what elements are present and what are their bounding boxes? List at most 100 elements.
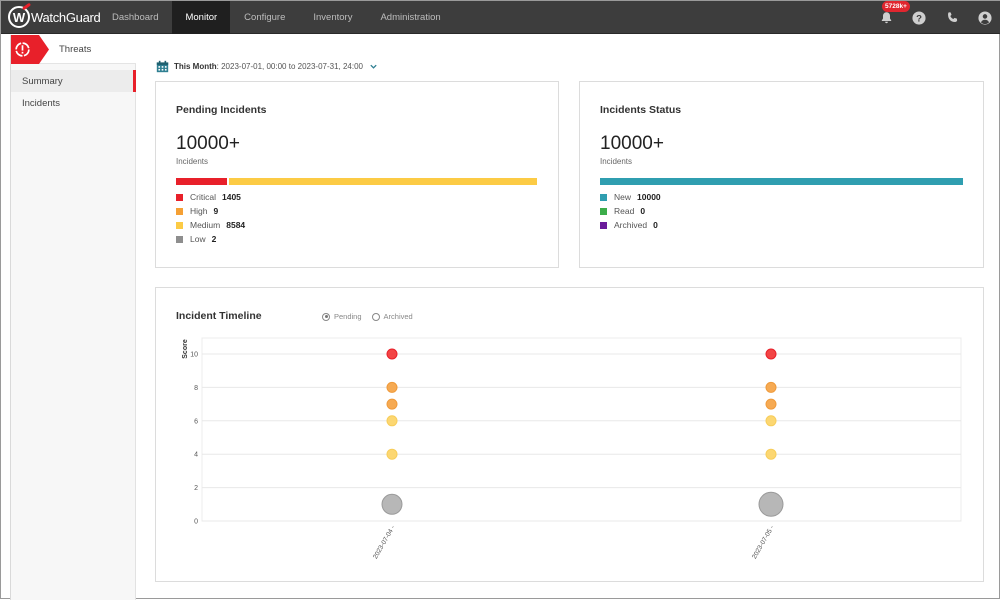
data-point-medium (765, 415, 777, 427)
severity-distribution-bar (176, 178, 538, 185)
x-tick-label: 2023-07-04 - (372, 525, 397, 561)
bar-segment-medium (227, 178, 537, 185)
bar-segment-low (537, 178, 538, 185)
nav-tab-administration[interactable]: Administration (366, 1, 454, 34)
calendar-icon (156, 60, 169, 72)
y-tick-label: 0 (194, 519, 198, 526)
sidebar-section-title: Threats (59, 44, 92, 55)
sidebar-section-threats[interactable]: Threats (11, 35, 136, 64)
data-point-high (386, 398, 398, 410)
bar-segment-new (600, 178, 963, 185)
data-point-medium (386, 448, 398, 460)
date-range-value: 2023-07-01, 00:00 to 2023-07-31, 24:00 (221, 61, 363, 71)
y-axis-title: Score (182, 339, 189, 359)
data-point-high (765, 398, 777, 410)
legend-item-high: High 9 (176, 204, 245, 218)
logo-text: WatchGuard (31, 9, 101, 25)
legend-item-low: Low 2 (176, 232, 245, 246)
date-range-selector[interactable]: This Month: 2023-07-01, 00:00 to 2023-07… (156, 59, 378, 73)
legend-swatch (176, 235, 183, 243)
legend-label: Medium (190, 220, 221, 230)
main-nav-tabs: Dashboard Monitor Configure Inventory Ad… (98, 1, 455, 34)
nav-tab-monitor[interactable]: Monitor (172, 1, 231, 34)
watchguard-logo[interactable]: W WatchGuard (8, 6, 101, 28)
legend-label: Archived (614, 220, 648, 230)
phone-icon[interactable] (944, 10, 960, 26)
legend-value: 1405 (221, 192, 241, 202)
card-title: Pending Incidents (176, 104, 267, 116)
legend-item-archived: Archived 0 (600, 218, 661, 232)
legend-value: 0 (653, 220, 658, 230)
incidents-status-card: Incidents Status 10000+ Incidents New 10… (579, 81, 984, 268)
data-point-medium (765, 448, 777, 460)
bar-segment-critical (176, 178, 227, 185)
pending-incidents-card: Pending Incidents 10000+ Incidents Criti… (155, 81, 559, 268)
status-legend: New 10000 Read 0 Archived 0 (600, 190, 661, 232)
legend-label: High (190, 206, 208, 216)
legend-label: Critical (190, 192, 216, 202)
svg-text:?: ? (916, 13, 922, 24)
legend-swatch (176, 193, 183, 201)
bell-icon[interactable]: 5728k+ (878, 0, 910, 26)
nav-utility-icons: 5728k+ ? (861, 0, 993, 34)
card-title: Incidents Status (600, 104, 682, 116)
status-unit: Incidents (600, 157, 633, 166)
y-tick-label: 2 (194, 485, 198, 492)
x-tick-label: 2023-07-05 - (751, 525, 776, 561)
pending-total: 10000+ (176, 133, 240, 154)
data-point-medium (386, 415, 398, 427)
user-icon[interactable] (977, 10, 993, 26)
data-point-high (386, 381, 398, 393)
y-tick-label: 4 (194, 452, 198, 459)
legend-label: New (614, 192, 632, 202)
help-icon[interactable]: ? (911, 10, 927, 26)
nav-tab-configure[interactable]: Configure (230, 1, 299, 34)
sidebar-item-summary[interactable]: Summary (11, 70, 136, 92)
legend-value: 10000 (637, 192, 661, 202)
threat-alert-icon (15, 42, 30, 57)
legend-item-read: Read 0 (600, 204, 661, 218)
plot-area (201, 337, 962, 522)
data-point-critical (765, 348, 777, 360)
y-tick-label: 10 (190, 352, 198, 359)
nav-tab-dashboard[interactable]: Dashboard (98, 1, 172, 34)
status-total: 10000+ (600, 133, 664, 154)
legend-value: 2 (211, 234, 217, 244)
legend-swatch (176, 221, 183, 229)
legend-value: 9 (213, 206, 219, 216)
legend-item-medium: Medium 8584 (176, 218, 245, 232)
legend-swatch (600, 207, 607, 215)
sidebar: Threats Summary Incidents (10, 35, 136, 600)
pending-unit: Incidents (176, 157, 209, 166)
data-point-low (758, 491, 784, 517)
incident-timeline-chart: Score 0 2 4 6 8 10 2023-07-04 - 2023-07-05 - (182, 337, 962, 561)
legend-value: 8584 (226, 220, 246, 230)
legend-swatch (600, 193, 607, 201)
data-point-low (381, 493, 403, 515)
nav-tab-inventory[interactable]: Inventory (299, 1, 366, 34)
threats-badge (11, 35, 49, 64)
y-tick-label: 6 (194, 418, 198, 425)
status-distribution-bar (600, 178, 963, 185)
legend-item-critical: Critical 1405 (176, 190, 245, 204)
app-window: W WatchGuard Dashboard Monitor Configure… (0, 0, 1000, 600)
legend-swatch (176, 207, 183, 215)
incident-timeline-card: Incident Timeline Pending Archived Score… (155, 287, 984, 582)
legend-value: 0 (640, 206, 646, 216)
legend-item-new: New 10000 (600, 190, 661, 204)
data-point-high (765, 381, 777, 393)
legend-label: Read (614, 206, 635, 216)
data-point-critical (386, 348, 398, 360)
notification-badge: 5728k+ (882, 0, 910, 12)
date-range-label: This Month (174, 61, 217, 71)
logo-mark: W (8, 6, 30, 28)
severity-legend: Critical 1405 High 9 Medium 8584 Low 2 (176, 190, 245, 246)
chevron-down-icon[interactable] (369, 62, 378, 71)
legend-swatch (600, 221, 607, 229)
x-axis-ticks: 2023-07-04 - 2023-07-05 - (372, 525, 776, 561)
top-navigation-bar: W WatchGuard Dashboard Monitor Configure… (1, 0, 1000, 34)
sidebar-item-incidents[interactable]: Incidents (11, 92, 136, 114)
y-tick-label: 8 (194, 385, 198, 392)
legend-label: Low (190, 234, 206, 244)
y-axis-ticks: 0 2 4 6 8 10 (190, 352, 198, 526)
